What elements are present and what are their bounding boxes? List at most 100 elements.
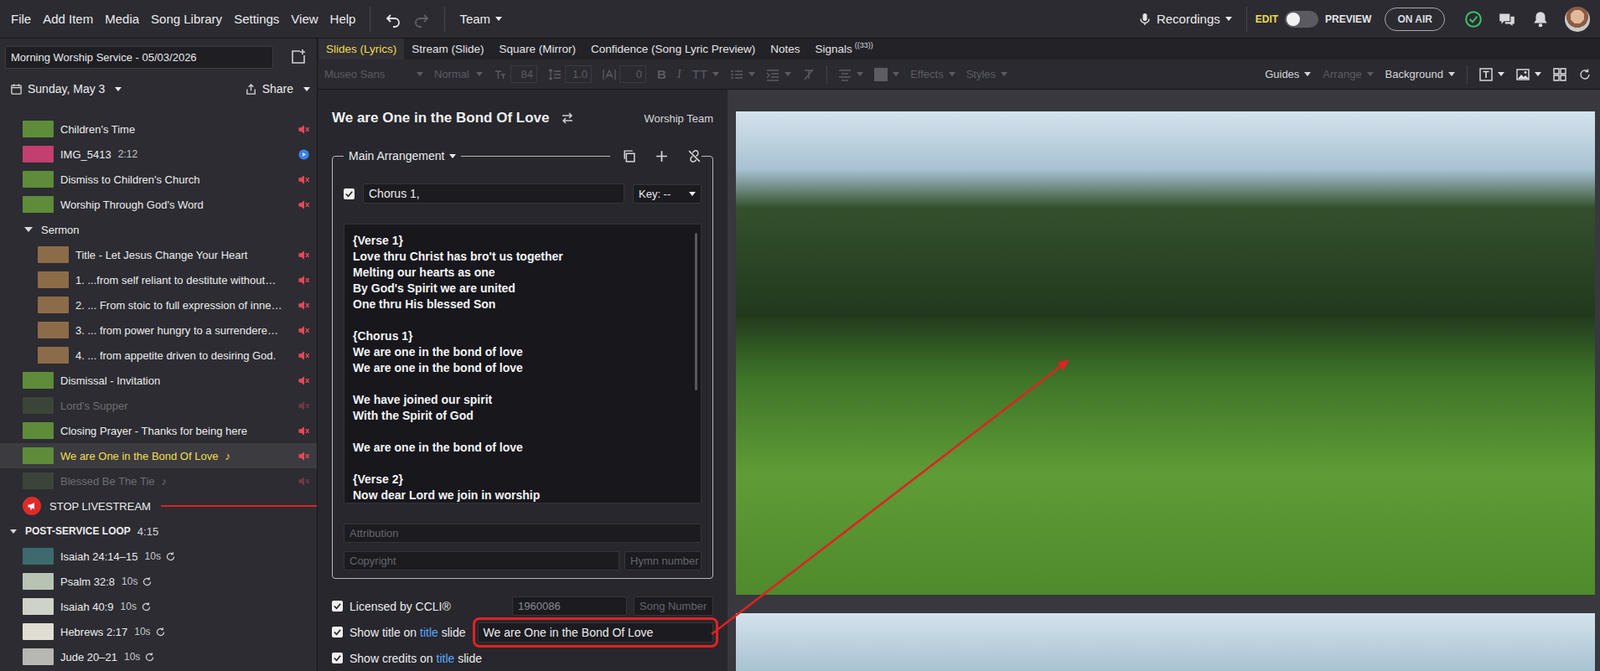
italic-button[interactable]: I xyxy=(677,67,682,82)
tab[interactable]: Notes xyxy=(762,38,808,60)
chat-icon[interactable] xyxy=(1497,10,1517,29)
sound-off-icon[interactable] xyxy=(297,424,311,438)
sequence-field[interactable]: Chorus 1, xyxy=(362,183,625,204)
sound-off-icon[interactable] xyxy=(297,324,311,337)
arrangement-checkbox[interactable] xyxy=(343,188,355,200)
sound-off-icon[interactable] xyxy=(297,450,311,463)
clear-format-icon[interactable] xyxy=(802,67,816,82)
tab[interactable]: Confidence (Song Lyric Preview) xyxy=(583,38,763,60)
bold-button[interactable]: B xyxy=(657,67,667,82)
ccli-number-field[interactable]: 1960086 xyxy=(512,596,627,617)
arrangement-dropdown[interactable]: Main Arrangement xyxy=(343,149,461,163)
service-item[interactable]: Closing Prayer - Thanks for being here xyxy=(0,418,317,444)
service-item[interactable]: Dismiss to Children's Church xyxy=(0,166,317,192)
copyright-field[interactable]: Copyright xyxy=(343,551,620,571)
sound-off-icon[interactable] xyxy=(297,173,311,187)
slide-preview[interactable] xyxy=(735,111,1595,596)
menu-item[interactable]: View xyxy=(284,11,324,26)
image-dropdown[interactable] xyxy=(1516,67,1542,82)
recordings-dropdown[interactable]: Recordings xyxy=(1132,11,1238,26)
service-item[interactable]: IMG_5413 2:12 xyxy=(0,141,317,167)
mode-toggle[interactable]: EDIT PREVIEW xyxy=(1255,10,1373,28)
sound-off-icon[interactable] xyxy=(297,248,311,262)
add-plan-icon[interactable] xyxy=(289,48,307,66)
ccli-checkbox[interactable] xyxy=(331,600,343,612)
date-dropdown[interactable]: Sunday, May 3 xyxy=(10,82,122,96)
loop-item[interactable]: Hebrews 2:17 10s xyxy=(0,619,317,645)
service-item[interactable]: Lord's Supper xyxy=(0,393,317,419)
team-dropdown[interactable]: Team xyxy=(453,11,508,26)
song-title[interactable]: We are One in the Bond Of Love xyxy=(331,109,549,127)
hymn-number-field[interactable]: Hymn number xyxy=(624,551,702,571)
undo-icon[interactable] xyxy=(384,10,402,28)
toolbar-dropdown[interactable]: Arrange xyxy=(1322,67,1373,81)
plus-icon[interactable] xyxy=(654,149,669,164)
menu-item[interactable]: Add Item xyxy=(36,11,99,26)
menu-item[interactable]: Settings xyxy=(227,11,285,26)
sound-off-icon[interactable] xyxy=(297,274,311,287)
swap-icon[interactable] xyxy=(560,111,575,125)
share-dropdown[interactable]: Share xyxy=(244,82,311,96)
song-number-field[interactable]: Song Number xyxy=(633,596,714,617)
loop-item[interactable]: Isaiah 40:9 10s xyxy=(0,594,317,620)
key-dropdown[interactable]: Key: -- xyxy=(632,184,702,204)
tab[interactable]: Slides (Lyrics) xyxy=(318,38,404,60)
lyrics-editor[interactable]: {Verse 1}Love thru Christ has bro't us t… xyxy=(343,223,702,504)
menu-item[interactable]: Song Library xyxy=(144,11,228,26)
menu-item[interactable]: Media xyxy=(98,11,145,26)
title-slide-field[interactable]: We are One in the Bond Of Love xyxy=(477,622,714,643)
font-size-field[interactable]: 84 xyxy=(493,65,538,83)
user-avatar[interactable] xyxy=(1564,6,1590,32)
toolbar-dropdown[interactable]: Background xyxy=(1385,67,1456,81)
title-slide-link[interactable]: title xyxy=(419,626,439,640)
bell-icon[interactable] xyxy=(1531,10,1550,29)
styles-dropdown[interactable]: Styles xyxy=(966,67,1008,81)
sound-off-icon[interactable] xyxy=(297,123,311,136)
show-title-checkbox[interactable] xyxy=(331,626,343,638)
plan-title-field[interactable]: Morning Worship Service - 05/03/2026 xyxy=(5,46,274,69)
line-height-field[interactable]: 1.0 xyxy=(548,65,592,83)
menu-item[interactable]: Help xyxy=(324,11,363,26)
grid-icon[interactable] xyxy=(1553,67,1567,82)
sound-off-icon[interactable] xyxy=(297,399,311,413)
letter-spacing-field[interactable]: 0 xyxy=(602,65,647,83)
align-dropdown[interactable] xyxy=(838,67,864,82)
tab[interactable]: Square (Mirror) xyxy=(491,38,585,60)
copy-icon[interactable] xyxy=(621,149,637,164)
service-item[interactable]: 3. ... from power hungry to a surrendere… xyxy=(0,317,317,343)
expand-caret-icon[interactable] xyxy=(24,227,33,233)
sound-off-icon[interactable] xyxy=(297,475,311,488)
expand-caret-icon[interactable] xyxy=(10,529,17,534)
sound-off-icon[interactable] xyxy=(297,299,311,312)
show-credits-checkbox[interactable] xyxy=(331,652,343,664)
list-dropdown[interactable] xyxy=(730,67,756,82)
color-dropdown[interactable] xyxy=(874,67,900,82)
redo-icon[interactable] xyxy=(413,10,430,28)
service-item[interactable]: 1. ...from self reliant to destitute wit… xyxy=(0,267,317,293)
service-item[interactable]: Children's Time xyxy=(0,116,317,142)
loop-item[interactable]: Psalm 32:8 10s xyxy=(0,569,317,595)
service-item[interactable]: 4. ... from appetite driven to desiring … xyxy=(0,342,317,368)
loop-item[interactable]: Jude 20–21 10s xyxy=(0,644,317,670)
toolbar-dropdown[interactable]: Guides xyxy=(1264,67,1311,81)
service-item[interactable]: Worship Through God's Word xyxy=(0,191,317,218)
sound-off-icon[interactable] xyxy=(297,349,311,363)
refresh-icon[interactable] xyxy=(1578,67,1592,82)
service-item[interactable]: Sermon xyxy=(0,217,317,243)
menu-item[interactable]: File xyxy=(5,11,37,26)
text-box-dropdown[interactable] xyxy=(1479,67,1505,82)
effects-dropdown[interactable]: Effects xyxy=(910,67,956,81)
title-slide-link[interactable]: title xyxy=(436,652,456,666)
slide-preview[interactable] xyxy=(735,613,1595,671)
toggle-switch[interactable] xyxy=(1284,10,1319,28)
status-check-icon[interactable] xyxy=(1464,10,1483,29)
scrollbar[interactable] xyxy=(694,233,698,391)
unlink-icon[interactable] xyxy=(687,149,702,164)
weight-dropdown[interactable]: Normal xyxy=(434,67,483,81)
service-item[interactable]: Title - Let Jesus Change Your Heart xyxy=(0,242,317,268)
service-item[interactable]: STOP LIVESTREAM xyxy=(0,493,317,519)
service-item[interactable]: Blessed Be The Tie ♪ xyxy=(0,468,317,494)
font-dropdown[interactable]: Museo Sans xyxy=(324,67,424,81)
play-icon[interactable] xyxy=(297,148,311,161)
service-item[interactable]: Dismissal - Invitation xyxy=(0,367,317,394)
